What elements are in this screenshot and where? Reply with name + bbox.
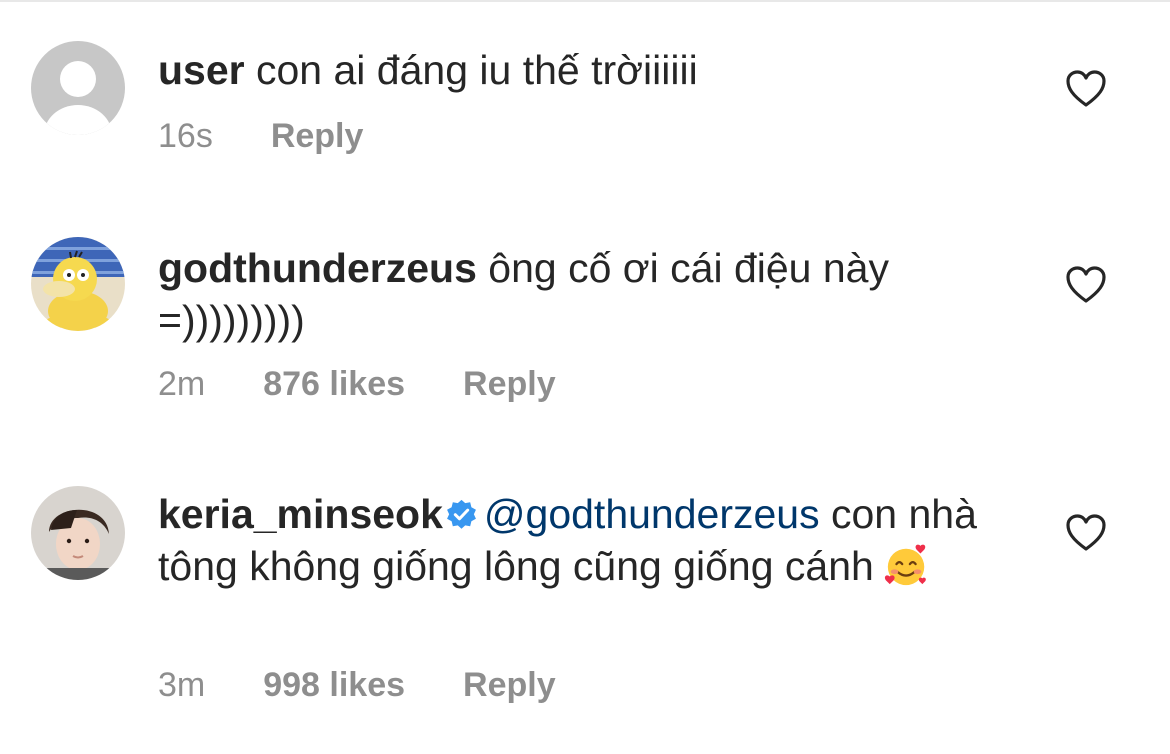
comment-text: user con ai đáng iu thế trờiiiiii: [158, 44, 988, 96]
comment-item: keria_minseok @godthunderzeus con nhà tô…: [0, 450, 1170, 754]
comment-item: user con ai đáng iu thế trờiiiiii 16s Rep…: [0, 0, 1170, 200]
avatar[interactable]: [31, 41, 125, 135]
profile-photo-avatar-icon: [31, 486, 125, 580]
heart-outline-icon[interactable]: [1066, 70, 1106, 108]
comment-username[interactable]: keria_minseok: [158, 491, 443, 537]
comment-likes[interactable]: 998 likes: [263, 665, 405, 705]
heart-outline-icon[interactable]: [1066, 266, 1106, 304]
comment-meta: 16s Reply: [158, 116, 363, 156]
default-avatar-icon: [31, 41, 125, 135]
comment-username[interactable]: godthunderzeus: [158, 245, 477, 291]
comment-likes[interactable]: 876 likes: [263, 364, 405, 404]
comment-time: 16s: [158, 117, 213, 155]
smiling-face-with-hearts-icon: [884, 544, 926, 586]
reply-button[interactable]: Reply: [271, 116, 364, 156]
reply-button[interactable]: Reply: [463, 665, 556, 705]
reply-button[interactable]: Reply: [463, 364, 556, 404]
comment-meta: 3m 998 likes Reply: [158, 665, 556, 705]
comment-text: godthunderzeus ông cố ơi cái điệu này =)…: [158, 242, 958, 346]
avatar[interactable]: [31, 237, 125, 331]
comment-text: keria_minseok @godthunderzeus con nhà tô…: [158, 488, 998, 592]
comment-item: godthunderzeus ông cố ơi cái điệu này =)…: [0, 200, 1170, 450]
mention-link[interactable]: @godthunderzeus: [484, 491, 820, 537]
avatar[interactable]: [31, 486, 125, 580]
comment-username[interactable]: user: [158, 47, 245, 93]
comment-body: con ai đáng iu thế trờiiiiii: [244, 47, 698, 93]
comment-time: 2m: [158, 365, 206, 403]
heart-outline-icon[interactable]: [1066, 514, 1106, 552]
comment-time: 3m: [158, 666, 206, 704]
psyduck-avatar-icon: [31, 237, 125, 331]
comment-meta: 2m 876 likes Reply: [158, 364, 556, 404]
verified-badge-icon: [446, 499, 476, 529]
